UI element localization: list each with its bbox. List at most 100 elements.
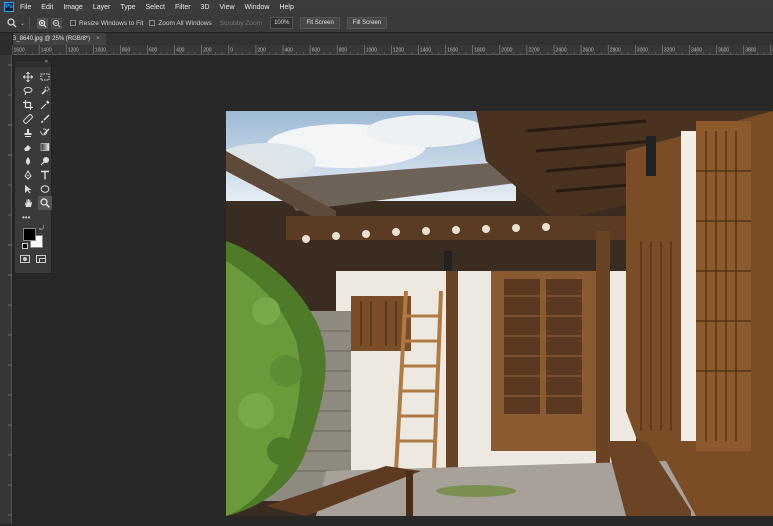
menu-edit[interactable]: Edit xyxy=(41,4,53,11)
clone-stamp-tool[interactable] xyxy=(21,126,35,140)
move-icon xyxy=(23,72,33,82)
color-swatches: ⤾ xyxy=(15,226,51,252)
brush-icon xyxy=(41,114,50,123)
healing-brush-tool[interactable] xyxy=(21,112,35,126)
gradient-icon xyxy=(40,143,50,151)
zoom-tool-preset-icon[interactable] xyxy=(6,17,18,29)
ruler-label: 3600 xyxy=(718,48,729,54)
quick-select-icon xyxy=(41,86,50,95)
crop-tool[interactable] xyxy=(21,98,35,112)
quick-mask-icon[interactable] xyxy=(20,255,30,263)
ruler-label: 1400 xyxy=(41,48,52,54)
photoshop-logo-icon: Ps xyxy=(4,2,14,12)
more-tools-icon[interactable]: ••• xyxy=(22,214,51,222)
menu-type[interactable]: Type xyxy=(120,4,135,11)
menu-filter[interactable]: Filter xyxy=(175,4,191,11)
menu-window[interactable]: Window xyxy=(245,4,270,11)
eyedropper-tool[interactable] xyxy=(38,98,52,112)
scrubby-zoom-label[interactable]: Scrubby Zoom xyxy=(220,20,262,27)
ruler-label: 1200 xyxy=(393,48,404,54)
tools-panel-header[interactable]: » xyxy=(15,59,51,67)
history-brush-tool[interactable] xyxy=(38,126,52,140)
crop-icon xyxy=(23,100,33,110)
brush-tool[interactable] xyxy=(38,112,52,126)
blur-icon xyxy=(26,157,30,165)
pen-icon xyxy=(24,170,32,180)
horizontal-ruler: 1600 1400 1200 1000 800 600 400 200 0 200 400 600 80… xyxy=(12,45,773,55)
ruler-label: 1800 xyxy=(474,48,485,54)
menu-file[interactable]: File xyxy=(20,4,31,11)
ruler-label: 800 xyxy=(122,48,131,54)
document-tab[interactable]: IMG_8640.jpg @ 25% (RGB/8*) × xyxy=(0,33,106,45)
dodge-tool[interactable] xyxy=(38,154,52,168)
path-select-icon xyxy=(25,185,32,194)
ruler-label: 1200 xyxy=(68,48,79,54)
fill-screen-button[interactable]: Fill Screen xyxy=(346,17,388,29)
ruler-label: 3200 xyxy=(664,48,675,54)
ruler-label: 400 xyxy=(285,48,294,54)
type-icon xyxy=(41,170,49,180)
vertical-ruler xyxy=(0,55,12,524)
zoom-out-button[interactable] xyxy=(51,17,63,29)
ruler-label: 3400 xyxy=(691,48,702,54)
pen-tool[interactable] xyxy=(21,168,35,182)
preset-dropdown-chevron-icon[interactable]: ⌄ xyxy=(20,20,25,27)
move-tool[interactable] xyxy=(21,70,35,84)
swap-colors-icon[interactable]: ⤾ xyxy=(39,226,44,233)
marquee-tool[interactable] xyxy=(38,70,52,84)
zoom-tool[interactable] xyxy=(38,196,52,210)
menu-select[interactable]: Select xyxy=(146,4,165,11)
ruler-label: 2000 xyxy=(501,48,512,54)
resize-windows-checkbox[interactable] xyxy=(70,20,77,26)
menu-layer[interactable]: Layer xyxy=(93,4,111,11)
foreground-color-swatch[interactable] xyxy=(23,228,36,241)
history-brush-icon xyxy=(40,128,50,136)
options-bar: ⌄ Resize Windows to Fit Zoom All Windows… xyxy=(0,14,773,33)
ruler-label: 400 xyxy=(176,48,185,54)
eyedropper-icon xyxy=(40,100,50,110)
vertical-ruler-ticks xyxy=(8,64,12,516)
ellipse-tool[interactable] xyxy=(38,182,52,196)
document-image[interactable] xyxy=(226,111,773,516)
ruler-label: 2600 xyxy=(583,48,594,54)
ruler-label: 1600 xyxy=(14,48,25,54)
ruler-label: 3000 xyxy=(637,48,648,54)
hand-tool[interactable] xyxy=(21,196,35,210)
menu-image[interactable]: Image xyxy=(63,4,82,11)
path-select-tool[interactable] xyxy=(21,182,35,196)
document-tab-bar: IMG_8640.jpg @ 25% (RGB/8*) × xyxy=(0,33,773,45)
ruler-label: 800 xyxy=(339,48,348,54)
tools-panel: » ••• ⤾ xyxy=(14,59,52,274)
fit-screen-button[interactable]: Fit Screen xyxy=(300,17,340,29)
default-colors-icon[interactable] xyxy=(22,243,28,249)
ellipse-icon xyxy=(40,185,50,193)
zoom-in-button[interactable] xyxy=(37,17,49,29)
options-separator xyxy=(29,17,31,29)
collapse-panel-icon[interactable]: » xyxy=(45,59,48,65)
gradient-tool[interactable] xyxy=(38,140,52,154)
quick-select-tool[interactable] xyxy=(38,84,52,98)
zoom-tool-icon xyxy=(40,198,50,208)
screen-mode-icon[interactable] xyxy=(36,255,46,263)
menu-view[interactable]: View xyxy=(220,4,235,11)
ruler-label: 0 xyxy=(230,48,233,54)
ruler-label: 600 xyxy=(149,48,158,54)
zoom-all-windows-checkbox[interactable] xyxy=(149,20,156,26)
ruler-label: 200 xyxy=(203,48,212,54)
photo-courtyard-hanok xyxy=(226,111,773,516)
type-tool[interactable] xyxy=(38,168,52,182)
menu-3d[interactable]: 3D xyxy=(201,4,210,11)
ruler-label: 3800 xyxy=(745,48,756,54)
eraser-icon xyxy=(24,145,31,151)
ruler-label: 1000 xyxy=(366,48,377,54)
ruler-label: 2200 xyxy=(528,48,539,54)
clone-stamp-icon xyxy=(24,129,32,137)
close-icon[interactable]: × xyxy=(96,33,100,45)
blur-tool[interactable] xyxy=(21,154,35,168)
menu-help[interactable]: Help xyxy=(279,4,293,11)
lasso-tool[interactable] xyxy=(21,84,35,98)
ruler-label: 1400 xyxy=(420,48,431,54)
eraser-tool[interactable] xyxy=(21,140,35,154)
lasso-icon xyxy=(23,87,33,96)
zoom-percent-button[interactable]: 100% xyxy=(270,17,294,29)
